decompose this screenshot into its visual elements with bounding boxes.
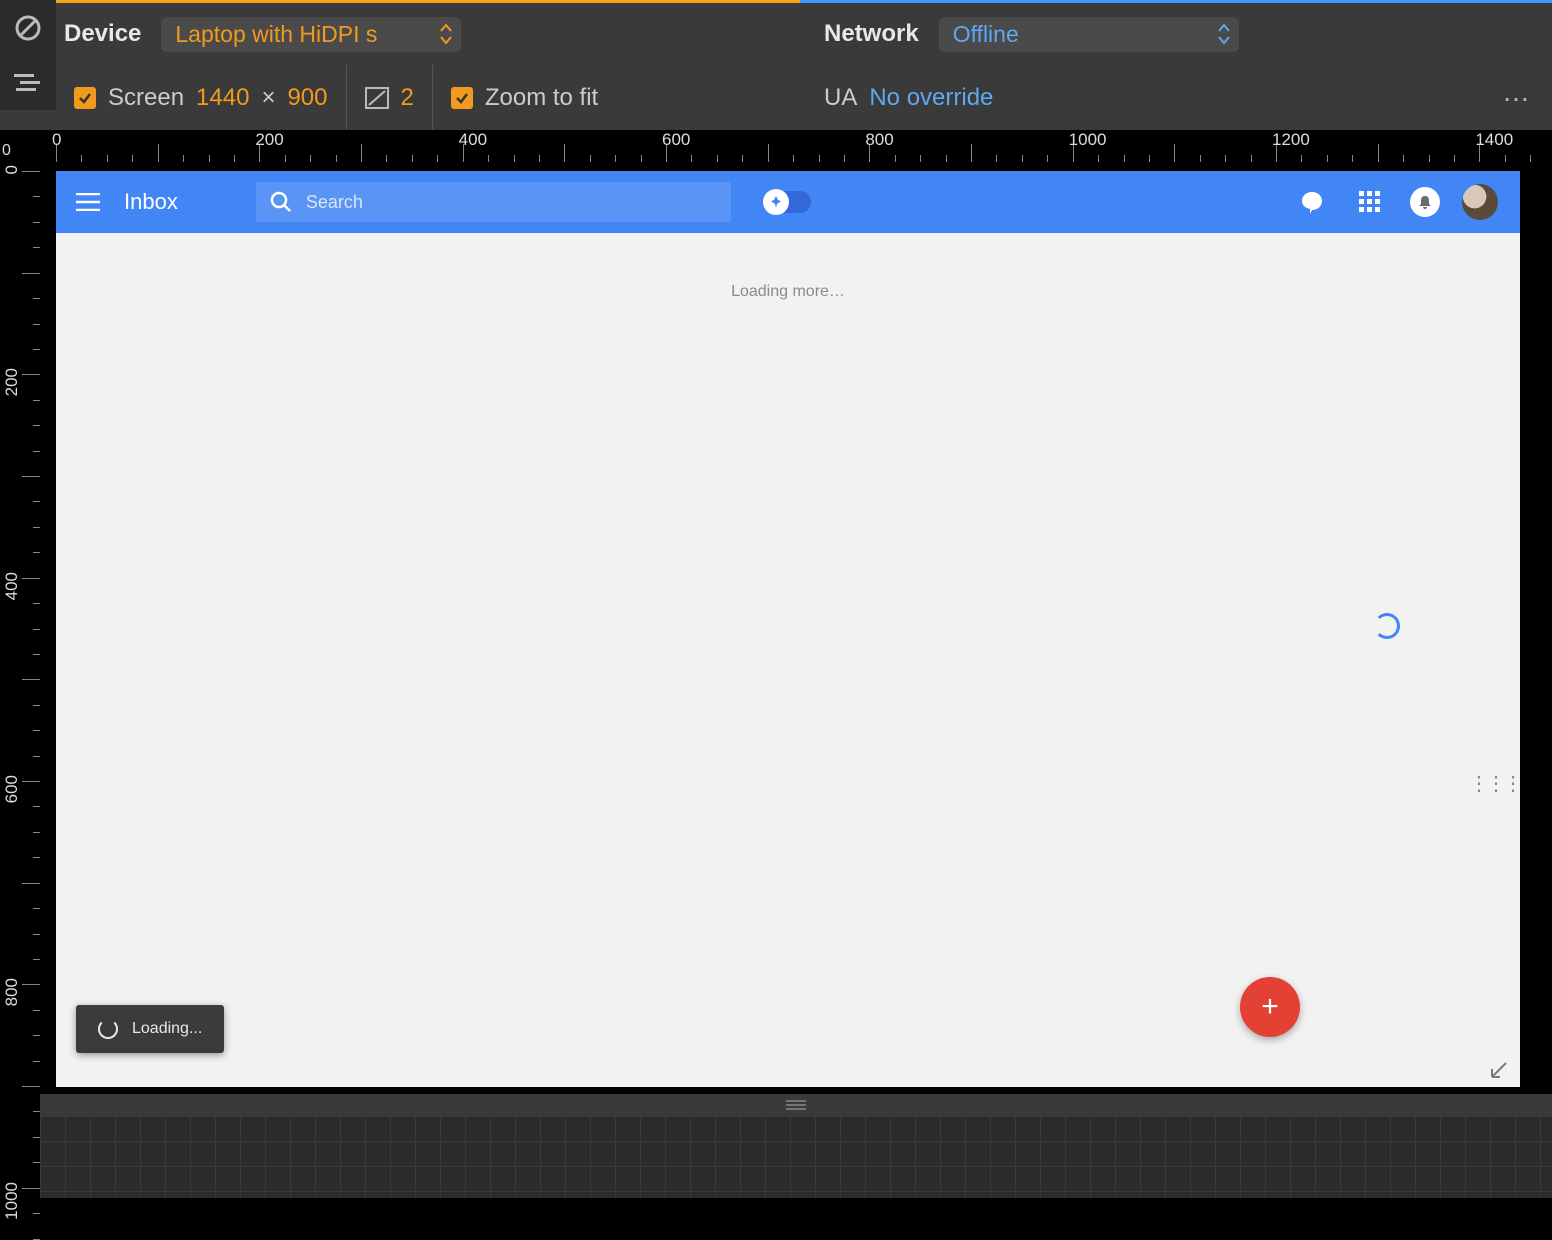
pin-toggle[interactable] <box>767 191 811 213</box>
inbox-header: Inbox <box>56 171 1520 233</box>
dpr-value[interactable]: 2 <box>401 84 414 112</box>
search-input[interactable] <box>306 192 717 213</box>
network-select[interactable]: Offline <box>939 17 1239 52</box>
pin-icon <box>763 189 789 215</box>
resize-handle-icon[interactable] <box>1490 1061 1508 1079</box>
compose-fab[interactable]: + <box>1240 977 1300 1037</box>
ua-value[interactable]: No override <box>869 84 993 112</box>
viewport-drag-handle[interactable]: ⋮⋮⋮ <box>1469 771 1520 796</box>
dpr-icon <box>365 87 389 109</box>
viewport-bottom-drag[interactable] <box>40 1094 1552 1116</box>
waterfall-button[interactable] <box>0 55 56 110</box>
ruler-horizontal: 0200400600800100012001400 <box>40 130 1552 162</box>
screen-label: Screen <box>108 84 184 112</box>
network-label: Network <box>824 20 919 48</box>
ruler-vertical: 02004006008001000 <box>0 162 40 1198</box>
app-title: Inbox <box>124 189 178 215</box>
devtools-toolbar: Device Laptop with HiDPI s Screen 1440 <box>0 0 1552 130</box>
device-select[interactable]: Laptop with HiDPI s <box>161 17 461 52</box>
avatar[interactable] <box>1462 184 1498 220</box>
hangouts-icon[interactable] <box>1294 184 1330 220</box>
search-box[interactable] <box>256 182 731 222</box>
search-icon <box>270 191 292 213</box>
zoom-checkbox[interactable] <box>451 87 473 109</box>
devtools-side-buttons <box>0 0 56 110</box>
select-arrows-icon <box>1217 23 1231 45</box>
inbox-content: Loading more… Loading... + <box>56 233 1520 1087</box>
notifications-icon[interactable] <box>1410 187 1440 217</box>
canvas-grid <box>40 1116 1552 1198</box>
plus-icon: + <box>1261 990 1279 1024</box>
menu-button[interactable] <box>70 184 106 220</box>
overflow-menu-icon[interactable]: … <box>1502 76 1532 108</box>
device-label: Device <box>64 20 141 48</box>
stop-button[interactable] <box>0 0 56 55</box>
loading-more-text: Loading more… <box>56 233 1520 301</box>
apps-grid-icon[interactable] <box>1352 184 1388 220</box>
emulated-viewport: Inbox <box>56 171 1520 1087</box>
screen-checkbox[interactable] <box>74 87 96 109</box>
ua-label: UA <box>824 84 857 112</box>
toast-text: Loading... <box>132 1020 202 1038</box>
spinner-icon <box>1374 613 1400 639</box>
ruler-origin: 0 <box>0 130 40 162</box>
select-arrows-icon <box>439 23 453 45</box>
spinner-icon <box>98 1019 118 1039</box>
loading-toast: Loading... <box>76 1005 224 1053</box>
screen-height[interactable]: 900 <box>287 84 327 112</box>
zoom-label: Zoom to fit <box>485 84 598 112</box>
screen-width[interactable]: 1440 <box>196 84 249 112</box>
